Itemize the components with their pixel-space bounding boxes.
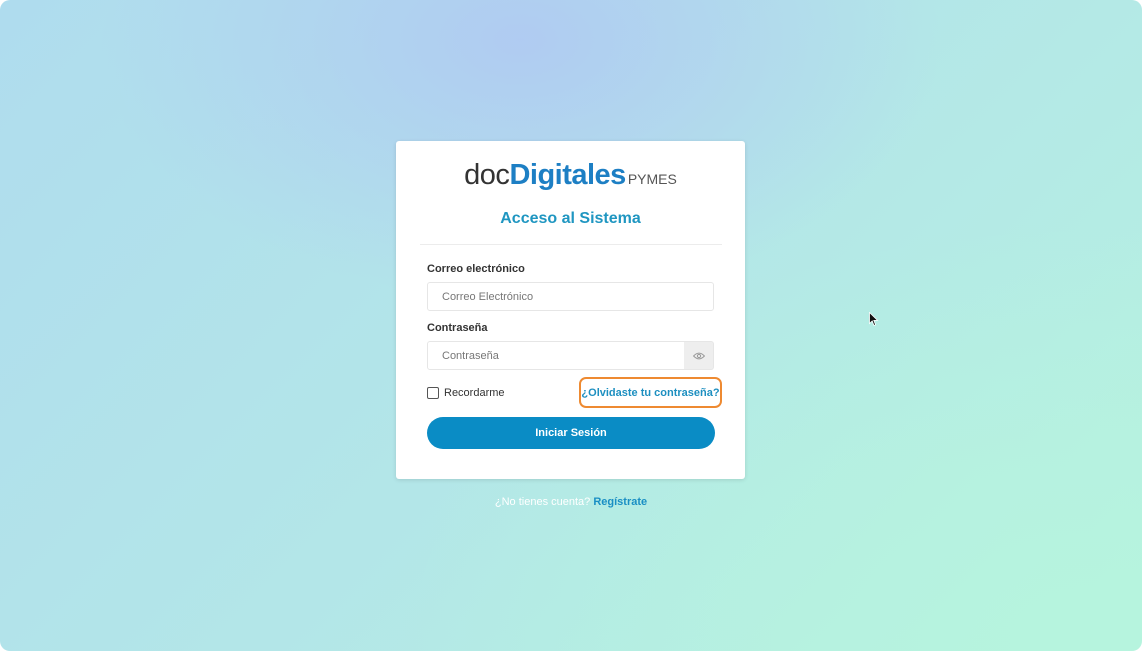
title-divider [420, 244, 722, 245]
email-field[interactable] [427, 282, 714, 311]
password-label: Contraseña [427, 322, 488, 334]
logo-doc-text: doc [464, 159, 510, 191]
password-field[interactable] [427, 341, 685, 370]
login-title: Acceso al Sistema [500, 210, 641, 227]
register-question: ¿No tienes cuenta? [494, 496, 591, 508]
remember-checkbox[interactable] [427, 387, 439, 399]
remember-me[interactable]: Recordarme [427, 387, 505, 399]
logo-digitales-text: Digitales [509, 159, 626, 191]
eye-icon [692, 347, 705, 365]
page-background: docDigitales PYMES Acceso al Sistema Corr… [0, 0, 1142, 651]
forgot-password-link[interactable]: ¿Olvidaste tu contraseña? [579, 377, 722, 408]
email-label: Correo electrónico [427, 263, 525, 275]
login-button[interactable]: Iniciar Sesión [427, 417, 715, 449]
mouse-cursor-icon [869, 311, 879, 332]
remember-label: Recordarme [444, 387, 505, 399]
register-prompt: ¿No tienes cuenta? Regístrate [0, 496, 1142, 508]
docdigitales-logo: docDigitales PYMES [396, 159, 745, 192]
logo-pymes-text: PYMES [627, 171, 677, 187]
show-password-button[interactable] [684, 341, 714, 370]
login-card: docDigitales PYMES Acceso al Sistema Corr… [396, 141, 745, 479]
register-link[interactable]: Regístrate [593, 496, 647, 508]
